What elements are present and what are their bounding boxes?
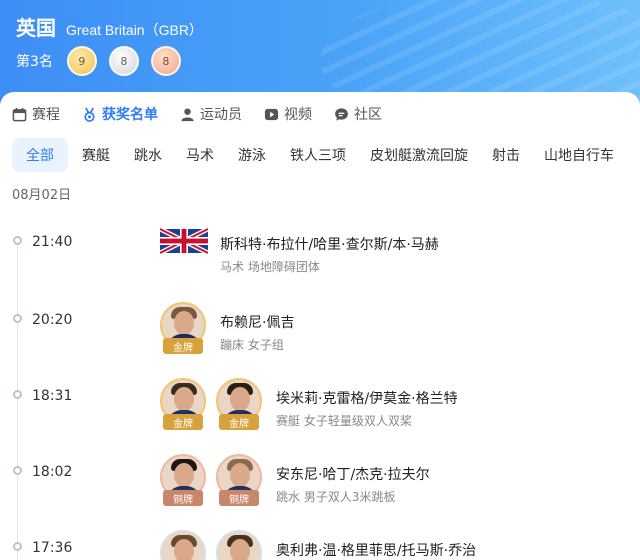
sport-filter-swimming[interactable]: 游泳 — [238, 145, 266, 165]
sport-filter-diving[interactable]: 跳水 — [134, 145, 162, 165]
chat-icon — [335, 107, 348, 121]
tab-community[interactable]: 社区 — [334, 104, 382, 124]
tab-schedule[interactable]: 赛程 — [12, 104, 60, 124]
country-name-en: Great Britain（GBR） — [66, 22, 203, 38]
event-detail: 赛艇 女子轻量级双人双桨 — [276, 414, 412, 428]
medal-summary: 第3名 9 8 8 — [16, 46, 193, 76]
sport-filter-triathlon[interactable]: 铁人三项 — [290, 145, 346, 165]
tab-label: 赛程 — [32, 107, 60, 123]
tab-videos[interactable]: 视频 — [264, 104, 312, 124]
tab-label: 社区 — [354, 107, 382, 123]
event-detail: 马术 场地障碍团体 — [220, 260, 320, 274]
date-header: 08月02日 — [12, 188, 72, 203]
timeline-dot — [13, 390, 22, 399]
timeline-line — [17, 240, 18, 560]
timeline-dot — [13, 542, 22, 551]
timeline-dot — [13, 236, 22, 245]
event-time: 17:36 — [32, 540, 73, 556]
silver-medal-count: 8 — [108, 46, 139, 76]
uk-flag-icon — [160, 226, 208, 256]
medal-badge: 金牌 — [163, 338, 203, 354]
event-time: 18:31 — [32, 388, 73, 404]
athlete-names: 布赖尼·佩吉 — [220, 315, 295, 331]
tab-label: 视频 — [284, 107, 312, 123]
athlete-names: 斯科特·布拉什/哈里·查尔斯/本·马赫 — [220, 237, 439, 253]
bronze-medal-count: 8 — [150, 46, 181, 76]
country-title: 英国 Great Britain（GBR） — [16, 12, 203, 41]
sport-filter-bar: 全部 赛艇 跳水 马术 游泳 铁人三项 皮划艇激流回旋 射击 山地自行车 — [12, 138, 638, 172]
event-time: 21:40 — [32, 234, 73, 250]
event-time: 20:20 — [32, 312, 73, 328]
rank-label: 第3名 — [16, 54, 53, 70]
main-tabs: 赛程 获奖名单 运动员 视频 社区 — [12, 104, 404, 124]
medal-badge: 铜牌 — [163, 490, 203, 506]
tab-label: 获奖名单 — [102, 107, 158, 123]
medal-badge: 铜牌 — [219, 490, 259, 506]
person-icon — [181, 108, 194, 121]
sport-filter-shooting[interactable]: 射击 — [492, 145, 520, 165]
timeline-dot — [13, 314, 22, 323]
sport-filter-mountain-bike[interactable]: 山地自行车 — [544, 145, 614, 165]
sport-filter-equestrian[interactable]: 马术 — [186, 145, 214, 165]
sport-filter-all[interactable]: 全部 — [12, 138, 68, 172]
tab-athletes[interactable]: 运动员 — [180, 104, 242, 124]
event-time: 18:02 — [32, 464, 73, 480]
country-name-cn: 英国 — [16, 16, 56, 40]
athlete-names: 安东尼·哈丁/杰克·拉夫尔 — [276, 467, 430, 483]
medal-badge: 金牌 — [163, 414, 203, 430]
sport-filter-rowing[interactable]: 赛艇 — [82, 145, 110, 165]
tab-award-list[interactable]: 获奖名单 — [82, 104, 158, 124]
tab-label: 运动员 — [200, 107, 242, 123]
event-detail: 跳水 男子双人3米跳板 — [276, 490, 396, 504]
athlete-names: 奥利弗·温·格里菲思/托马斯·乔治 — [276, 543, 477, 559]
calendar-icon — [12, 107, 27, 121]
timeline-dot — [13, 466, 22, 475]
play-icon — [264, 108, 279, 120]
medal-icon — [84, 107, 95, 122]
athlete-names: 埃米莉·克雷格/伊莫金·格兰特 — [276, 391, 458, 407]
medal-badge: 金牌 — [219, 414, 259, 430]
sport-filter-canoe-slalom[interactable]: 皮划艇激流回旋 — [370, 145, 468, 165]
gold-medal-count: 9 — [66, 46, 97, 76]
event-detail: 蹦床 女子组 — [220, 338, 284, 352]
